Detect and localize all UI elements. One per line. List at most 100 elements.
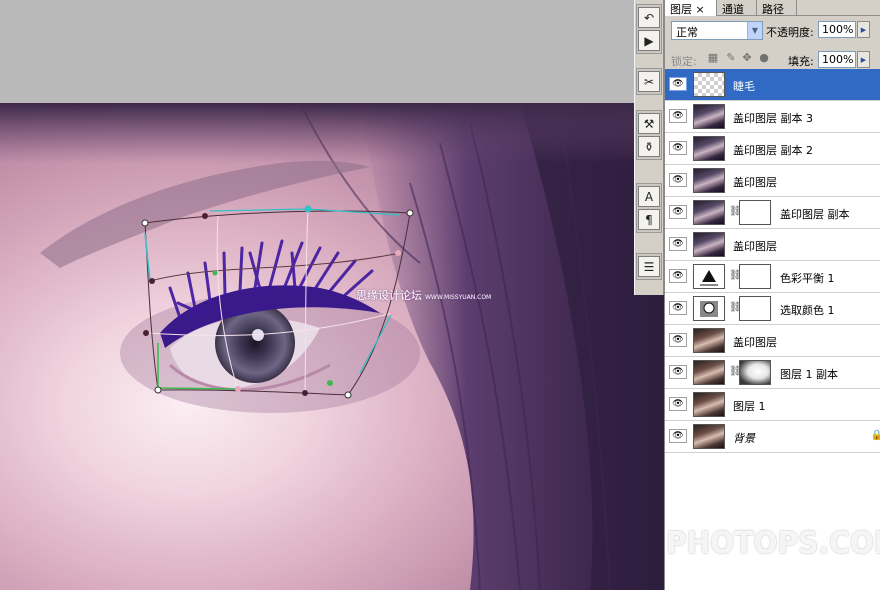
portrait-image: [0, 103, 664, 590]
tab-channels-label: 通道: [722, 3, 744, 16]
layer-name[interactable]: 盖印图层: [733, 238, 777, 254]
character-icon[interactable]: A: [638, 186, 660, 207]
layer-lock-icon: 🔒: [870, 430, 880, 441]
layer-row[interactable]: 👁 盖印图层 副本 2: [665, 133, 880, 165]
layer-name[interactable]: 盖印图层: [733, 334, 777, 350]
watermark-title: 思缘设计论坛: [356, 289, 422, 302]
layer-name[interactable]: 选取颜色 1: [780, 302, 835, 318]
visibility-eye-icon[interactable]: 👁: [669, 77, 687, 91]
layer-name[interactable]: 图层 1: [733, 398, 766, 414]
layer-thumbnail[interactable]: [693, 104, 725, 129]
tab-paths-label: 路径: [762, 3, 784, 16]
lock-transparent-icon[interactable]: ▦: [707, 51, 719, 65]
layer-mask-thumbnail[interactable]: [739, 264, 771, 289]
fill-slider-arrow-icon[interactable]: ▶: [857, 51, 870, 68]
opacity-field[interactable]: 100%: [818, 21, 856, 38]
lock-pixels-icon[interactable]: ✎: [725, 51, 737, 65]
layer-list: 👁 睫毛 👁 盖印图层 副本 3 👁 盖印图层 副本 2 👁 盖印图层 👁 ⛓ 盖印图层 副本 👁 盖印…: [665, 69, 880, 453]
paragraph-icon[interactable]: ¶: [638, 209, 660, 230]
layer-row[interactable]: 👁 盖印图层: [665, 325, 880, 357]
layer-thumbnail[interactable]: [693, 168, 725, 193]
layer-name[interactable]: 睫毛: [733, 78, 755, 94]
opacity-slider-arrow-icon[interactable]: ▶: [857, 21, 870, 38]
visibility-eye-icon[interactable]: 👁: [669, 205, 687, 219]
watermark-text: 思缘设计论坛 WWW.MISSYUAN.COM: [356, 287, 491, 303]
lock-all-icon[interactable]: ●: [758, 51, 770, 65]
brand-watermark: PHOTOPS.COM: [666, 526, 880, 561]
layer-name[interactable]: 背景: [733, 430, 755, 446]
strip-group-layer-comps: ☰: [636, 253, 662, 280]
layer-row[interactable]: 👁 ⛓ 色彩平衡 1: [665, 261, 880, 293]
layer-thumbnail[interactable]: [693, 424, 725, 449]
tab-paths[interactable]: 路径: [757, 0, 797, 16]
chevron-down-icon[interactable]: ▼: [747, 22, 762, 39]
layer-thumbnail[interactable]: [693, 200, 725, 225]
visibility-eye-icon[interactable]: 👁: [669, 173, 687, 187]
layer-name[interactable]: 盖印图层 副本: [780, 206, 850, 222]
lock-position-icon[interactable]: ✥: [741, 51, 753, 65]
watermark-url: WWW.MISSYUAN.COM: [425, 294, 492, 301]
layer-name[interactable]: 盖印图层 副本 3: [733, 110, 813, 126]
visibility-eye-icon[interactable]: 👁: [669, 237, 687, 251]
tool-presets-icon[interactable]: ✂: [638, 71, 660, 92]
layer-name[interactable]: 图层 1 副本: [780, 366, 838, 382]
visibility-eye-icon[interactable]: 👁: [669, 429, 687, 443]
layer-mask-thumbnail[interactable]: [739, 360, 771, 385]
visibility-eye-icon[interactable]: 👁: [669, 109, 687, 123]
blend-mode-value: 正常: [676, 26, 698, 39]
fill-field[interactable]: 100%: [818, 51, 856, 68]
layer-row[interactable]: 👁 背景 🔒: [665, 421, 880, 453]
fill-value: 100%: [822, 53, 854, 66]
layer-thumbnail[interactable]: [693, 392, 725, 417]
layers-panel: 图层 × 通道 路径 正常 ▼ 不透明度: 100% ▶ 锁定: ▦ ✎ ✥ ●…: [664, 0, 880, 590]
layer-name[interactable]: 盖印图层: [733, 174, 777, 190]
strip-group-history: ↶ ▶: [636, 4, 662, 54]
tab-close-icon[interactable]: ×: [696, 3, 705, 16]
strip-group-tools: ✂: [636, 68, 662, 95]
tab-channels[interactable]: 通道: [717, 0, 757, 16]
selective-color-icon[interactable]: [693, 296, 725, 321]
visibility-eye-icon[interactable]: 👁: [669, 141, 687, 155]
layer-controls: 正常 ▼ 不透明度: 100% ▶ 锁定: ▦ ✎ ✥ ● 填充: 100% ▶: [665, 16, 880, 76]
layer-row[interactable]: 👁 睫毛: [665, 69, 880, 101]
clone-source-icon[interactable]: ⚱: [638, 136, 660, 157]
color-balance-icon[interactable]: [693, 264, 725, 289]
layer-name[interactable]: 色彩平衡 1: [780, 270, 835, 286]
strip-group-type: A ¶: [636, 183, 662, 233]
strip-group-brushes: ⚒ ⚱: [636, 110, 662, 160]
brushes-icon[interactable]: ⚒: [638, 113, 660, 134]
history-icon[interactable]: ↶: [638, 7, 660, 28]
blend-mode-select[interactable]: 正常 ▼: [671, 21, 763, 40]
visibility-eye-icon[interactable]: 👁: [669, 301, 687, 315]
layer-row[interactable]: 👁 ⛓ 选取颜色 1: [665, 293, 880, 325]
layer-comps-icon[interactable]: ☰: [638, 256, 660, 277]
layer-thumbnail[interactable]: [693, 72, 725, 97]
fill-label: 填充:: [788, 55, 814, 68]
opacity-value: 100%: [822, 23, 854, 36]
panel-tab-bar: 图层 × 通道 路径: [665, 0, 880, 17]
panel-dock-strip: ↶ ▶ ✂ ⚒ ⚱ A ¶ ☰: [634, 0, 664, 295]
layer-name[interactable]: 盖印图层 副本 2: [733, 142, 813, 158]
visibility-eye-icon[interactable]: 👁: [669, 397, 687, 411]
layer-row[interactable]: 👁 ⛓ 图层 1 副本: [665, 357, 880, 389]
layer-row[interactable]: 👁 ⛓ 盖印图层 副本: [665, 197, 880, 229]
visibility-eye-icon[interactable]: 👁: [669, 269, 687, 283]
layer-mask-thumbnail[interactable]: [739, 200, 771, 225]
layer-thumbnail[interactable]: [693, 136, 725, 161]
layer-row[interactable]: 👁 图层 1: [665, 389, 880, 421]
layer-thumbnail[interactable]: [693, 232, 725, 257]
actions-play-icon[interactable]: ▶: [638, 30, 660, 51]
layer-thumbnail[interactable]: [693, 360, 725, 385]
document-canvas[interactable]: [0, 103, 664, 590]
layer-mask-thumbnail[interactable]: [739, 296, 771, 321]
layer-row[interactable]: 👁 盖印图层: [665, 165, 880, 197]
visibility-eye-icon[interactable]: 👁: [669, 333, 687, 347]
lock-label: 锁定:: [671, 55, 697, 68]
layer-thumbnail[interactable]: [693, 328, 725, 353]
layer-row[interactable]: 👁 盖印图层 副本 3: [665, 101, 880, 133]
visibility-eye-icon[interactable]: 👁: [669, 365, 687, 379]
tab-layers[interactable]: 图层 ×: [665, 0, 717, 17]
opacity-label: 不透明度:: [766, 26, 814, 39]
layer-row[interactable]: 👁 盖印图层: [665, 229, 880, 261]
tab-layers-label: 图层: [670, 3, 692, 16]
